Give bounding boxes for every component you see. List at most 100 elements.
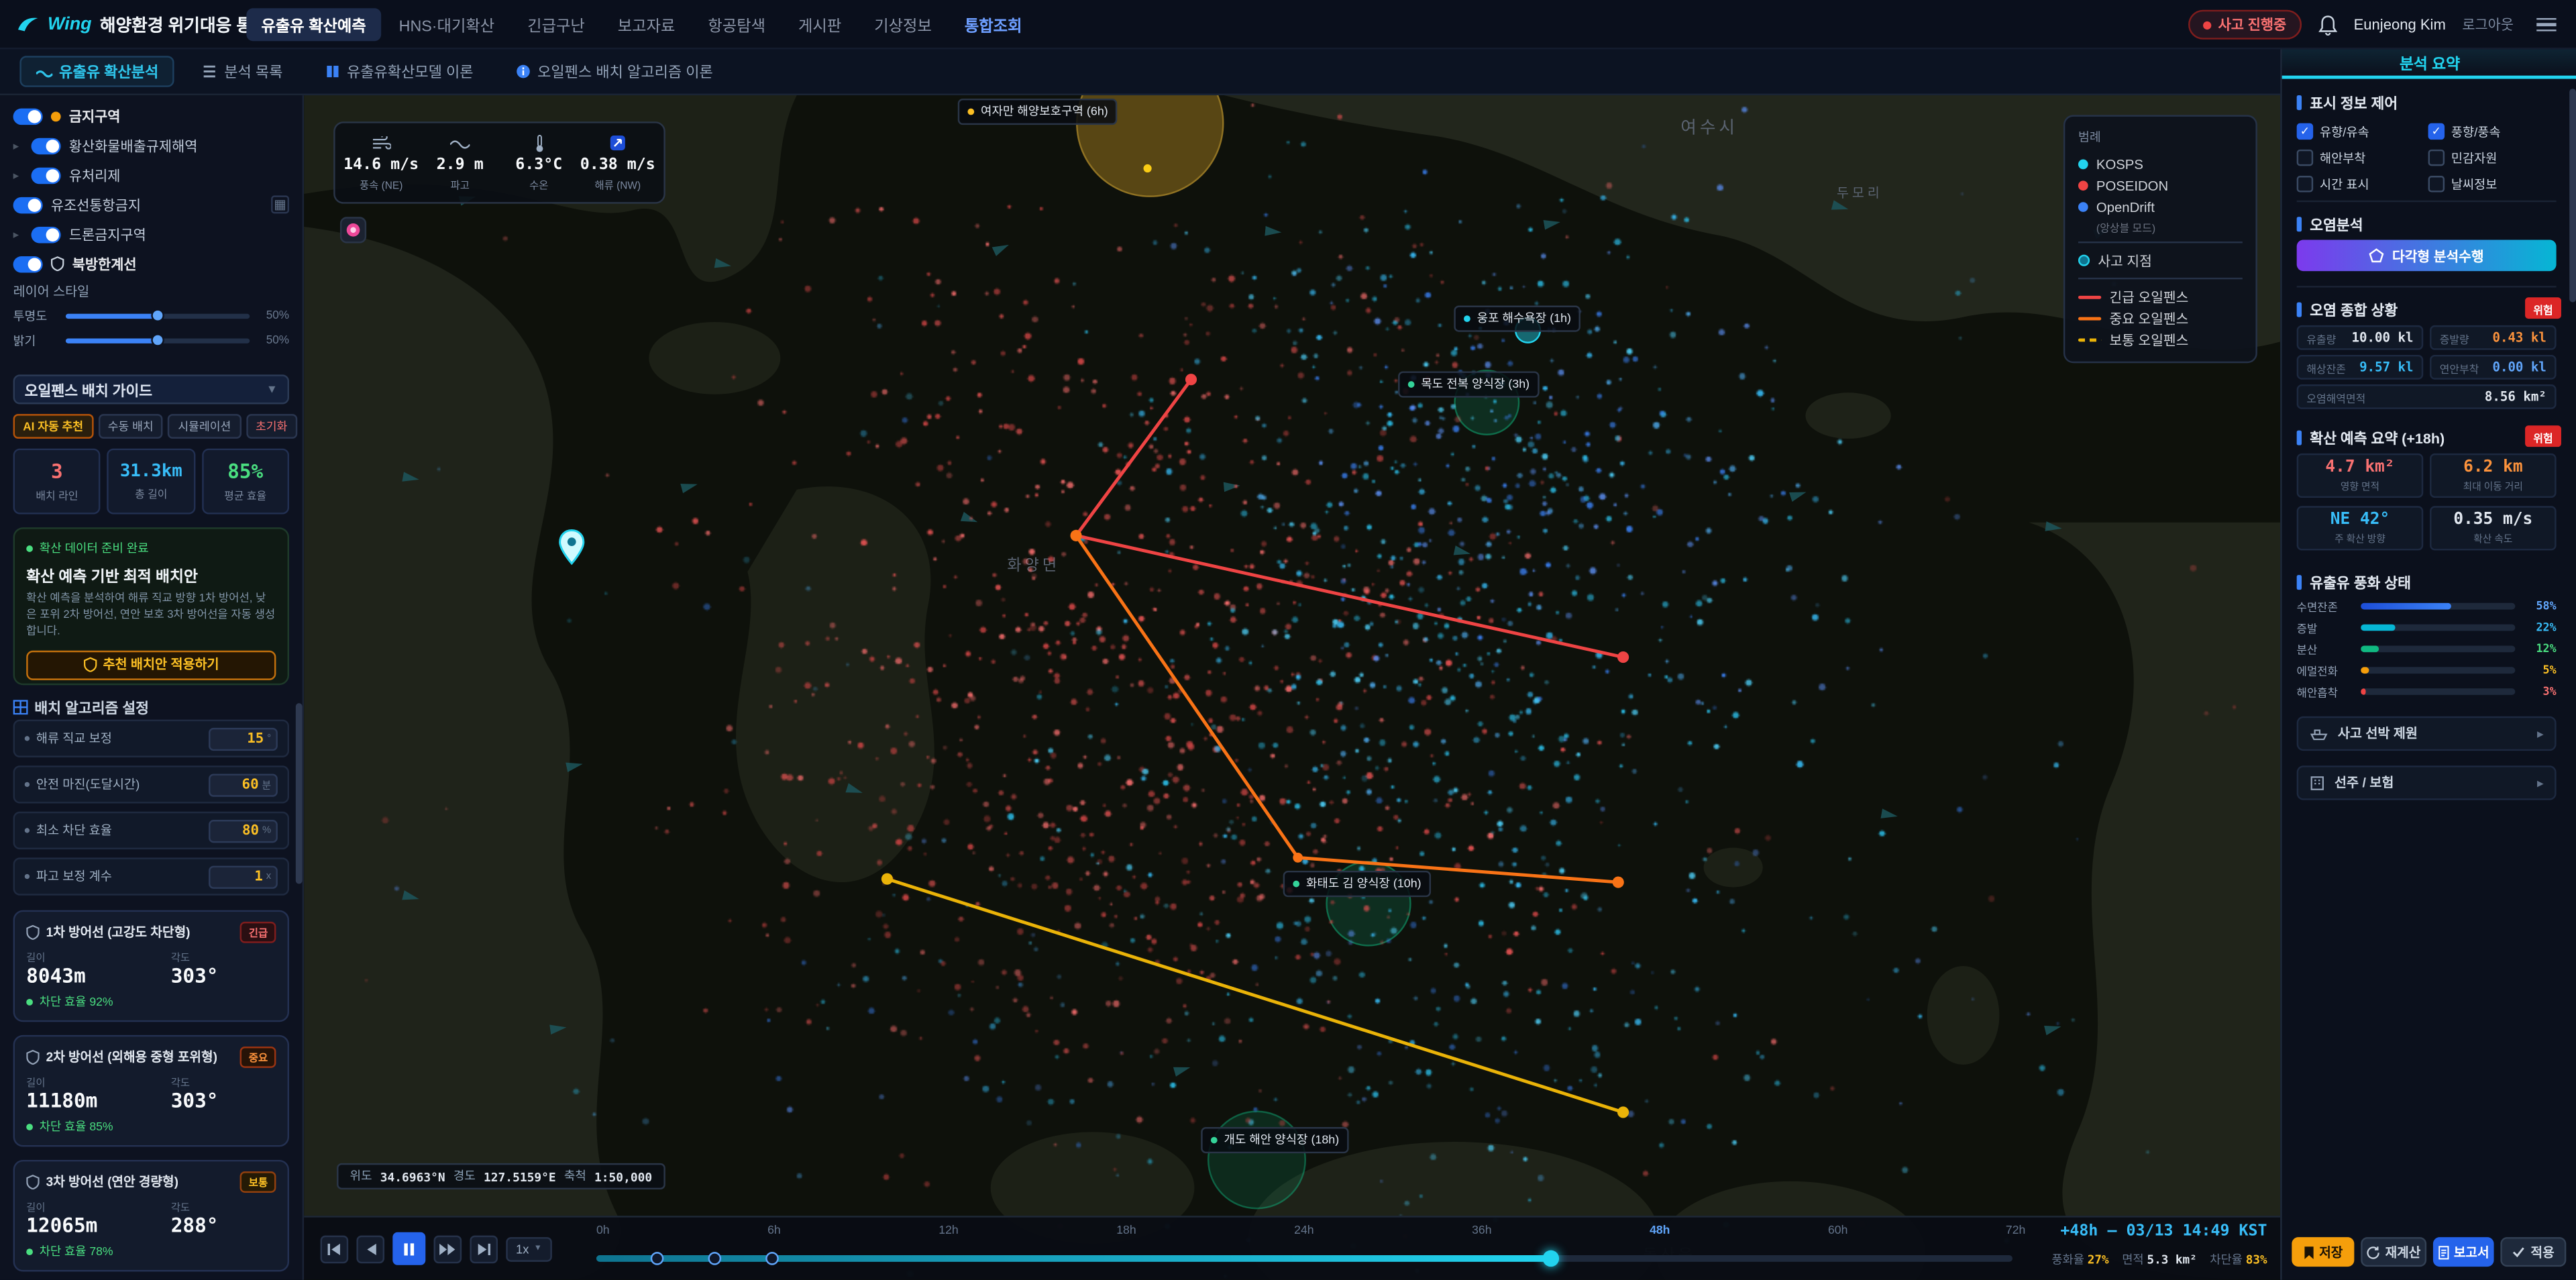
timeline-slider[interactable]	[596, 1255, 2012, 1262]
notification-bell-icon[interactable]	[2318, 14, 2337, 36]
layer-toggle[interactable]	[32, 226, 61, 242]
poi-coastal-farm[interactable]: 개도 해안 양식장 (18h)	[1201, 1127, 1349, 1153]
checkbox-sensitive-resources[interactable]: ✓민감자원	[2428, 145, 2560, 171]
owner-insurance-collapsible[interactable]: 선주 / 보험 ▸	[2297, 765, 2557, 800]
shield-icon	[26, 1050, 40, 1065]
user-name[interactable]: Eunjeong Kim	[2354, 16, 2446, 32]
incident-status-badge[interactable]: 사고 진행중	[2189, 10, 2302, 40]
layer-toggle[interactable]	[13, 197, 43, 213]
menu-rescue[interactable]: 긴급구난	[513, 8, 600, 41]
layer-row-nll[interactable]: 북방한계선	[13, 252, 289, 276]
mode-manual-button[interactable]: 수동 배치	[98, 414, 163, 439]
menu-aerial-search[interactable]: 항공탐색	[693, 8, 780, 41]
step-back-icon	[364, 1241, 377, 1256]
report-button[interactable]: 보고서	[2432, 1237, 2494, 1267]
map-style-button[interactable]	[340, 217, 366, 243]
poi-laver-farm[interactable]: 화태도 김 양식장 (10h)	[1283, 871, 1432, 897]
setting-value-stepper[interactable]: 80 %	[209, 819, 278, 842]
opacity-slider[interactable]	[66, 313, 250, 318]
layer-toggle[interactable]	[13, 256, 43, 272]
accident-location-pin[interactable]	[559, 529, 585, 566]
poi-abalone-farm[interactable]: 목도 전복 양식장 (3h)	[1398, 371, 1540, 397]
map-legend: 범례 KOSPS POSEIDON OpenDrift (앙상블 모드) 사고 …	[2063, 115, 2257, 363]
checkbox-current[interactable]: ✓유향/유속	[2297, 118, 2428, 144]
apply-button[interactable]: 적용	[2501, 1237, 2566, 1267]
latitude-value: 34.6963°N	[380, 1169, 445, 1183]
step-back-button[interactable]	[356, 1234, 384, 1263]
menu-oil-spill-prediction[interactable]: 유출유 확산예측	[246, 8, 380, 41]
menu-integrated-search[interactable]: 통합조회	[950, 8, 1037, 41]
tab-model-theory[interactable]: 유출유확산모델 이론	[311, 56, 488, 87]
recalculate-button[interactable]: 재계산	[2361, 1237, 2426, 1267]
layer-row-dispersant[interactable]: ▸ 유처리제	[13, 162, 289, 187]
poi-protected-area[interactable]: 여자만 해양보호구역 (6h)	[958, 99, 1118, 125]
checkbox-weather-info[interactable]: ✓날씨정보	[2428, 171, 2560, 197]
defense-line-card-2[interactable]: 2차 방어선 (외해용 중형 포위형) 중요 길이각도 11180m303° 차…	[13, 1035, 289, 1147]
ai-plan-card: 확산 데이터 준비 완료 확산 예측 기반 최적 배치안 확산 예측을 분석하여…	[13, 527, 289, 685]
fence-guide-header[interactable]: 오일펜스 배치 가이드 ▼	[13, 374, 289, 404]
poi-beach[interactable]: 웅포 해수욕장 (1h)	[1454, 306, 1580, 332]
menu-board[interactable]: 게시판	[784, 8, 856, 41]
sidebar-scrollbar[interactable]	[296, 95, 303, 1280]
layer-toggle[interactable]	[13, 107, 43, 123]
logout-button[interactable]: 로그아웃	[2462, 15, 2514, 34]
priority-badge: 긴급	[241, 922, 276, 943]
apply-plan-button[interactable]: 추천 배치안 적용하기	[26, 650, 276, 680]
defense-line-card-1[interactable]: 1차 방어선 (고강도 차단형) 긴급 길이각도 8043m303° 차단 효율…	[13, 910, 289, 1022]
pause-button[interactable]	[392, 1232, 425, 1265]
setting-value-stepper[interactable]: 60 분	[209, 773, 278, 796]
fence-line-important[interactable]	[1076, 535, 1618, 882]
menu-reports[interactable]: 보고자료	[603, 8, 690, 41]
layer-toggle[interactable]	[32, 137, 61, 153]
fence-line-normal[interactable]	[887, 879, 1623, 1112]
layer-row-tanker-ban[interactable]: 유조선통항금지 ▦	[13, 193, 289, 217]
mode-simulation-button[interactable]: 시뮬레이션	[168, 414, 241, 439]
setting-value-stepper[interactable]: 15 °	[209, 727, 278, 750]
skip-end-button[interactable]	[470, 1234, 498, 1263]
checkbox-shoreline[interactable]: ✓해안부착	[2297, 145, 2428, 171]
mode-reset-button[interactable]: 초기화	[246, 414, 297, 439]
tab-diffusion-analysis[interactable]: 유출유 확산분석	[19, 56, 174, 87]
save-button[interactable]: 저장	[2292, 1237, 2353, 1267]
tab-fence-algorithm-theory[interactable]: 오일펜스 배치 알고리즘 이론	[501, 56, 728, 87]
tab-analysis-list[interactable]: 분석 목록	[188, 56, 297, 87]
risk-badge: 위험	[2525, 425, 2561, 447]
priority-badge: 중요	[241, 1047, 276, 1068]
caret-icon[interactable]: ▸	[13, 168, 23, 182]
skip-start-button[interactable]	[321, 1234, 349, 1263]
layer-style-title: 레이어 스타일	[13, 282, 90, 301]
fence-event-marker[interactable]	[708, 1252, 722, 1265]
setting-min-efficiency: 최소 차단 효율 80 %	[13, 812, 289, 849]
polygon-analysis-button[interactable]: 다각형 분석수행	[2297, 240, 2557, 272]
brightness-slider[interactable]	[66, 337, 250, 342]
setting-value-stepper[interactable]: 1 x	[209, 865, 278, 888]
layer-toggle[interactable]	[32, 167, 61, 183]
layer-row-drone-ban[interactable]: ▸ 드론금지구역	[13, 222, 289, 247]
legend-fence-urgent: 긴급 오일펜스	[2078, 286, 2243, 307]
timeline-handle[interactable]	[1543, 1250, 1559, 1267]
fast-forward-button[interactable]	[434, 1234, 462, 1263]
caret-icon[interactable]: ▸	[13, 139, 23, 152]
menu-weather[interactable]: 기상정보	[859, 8, 947, 41]
playback-speed-select[interactable]: 1x▼	[506, 1236, 551, 1261]
fence-line-urgent[interactable]	[1076, 380, 1623, 657]
longitude-value: 127.5159°E	[484, 1169, 556, 1183]
caret-icon[interactable]: ▸	[13, 227, 23, 241]
checkbox-wind[interactable]: ✓풍향/풍속	[2428, 118, 2560, 144]
fence-stats: 3 배치 라인 31.3km 총 길이 85% 평균 효율	[13, 449, 289, 515]
layer-row-restricted-zone[interactable]: 금지구역	[13, 103, 289, 128]
hamburger-menu-icon[interactable]	[2530, 11, 2563, 38]
defense-line-card-3[interactable]: 3차 방어선 (연안 경량형) 보통 길이각도 12065m288° 차단 효율…	[13, 1160, 289, 1272]
fence-event-marker[interactable]	[651, 1252, 664, 1265]
checkbox-time-display[interactable]: ✓시간 표시	[2297, 171, 2428, 197]
ship-icon	[2310, 727, 2328, 741]
mode-ai-recommend-button[interactable]: AI 자동 추천	[13, 414, 93, 439]
tab-analysis-summary[interactable]: 분석 요약	[2282, 49, 2576, 78]
menu-hns[interactable]: HNS·대기확산	[384, 8, 510, 41]
vessel-specs-collapsible[interactable]: 사고 선박 제원 ▸	[2297, 716, 2557, 751]
layer-row-seca[interactable]: ▸ 황산화물배출규제해역	[13, 133, 289, 158]
layer-options-icon[interactable]: ▦	[271, 195, 289, 213]
panel-scrollbar[interactable]	[2569, 79, 2576, 1280]
map-canvas[interactable]: 여수시 화양면 돌산읍 두모리 여자만 해양보호구역 (6h) 웅포 해수욕장 …	[304, 95, 2280, 1280]
fence-event-marker[interactable]	[765, 1252, 779, 1265]
